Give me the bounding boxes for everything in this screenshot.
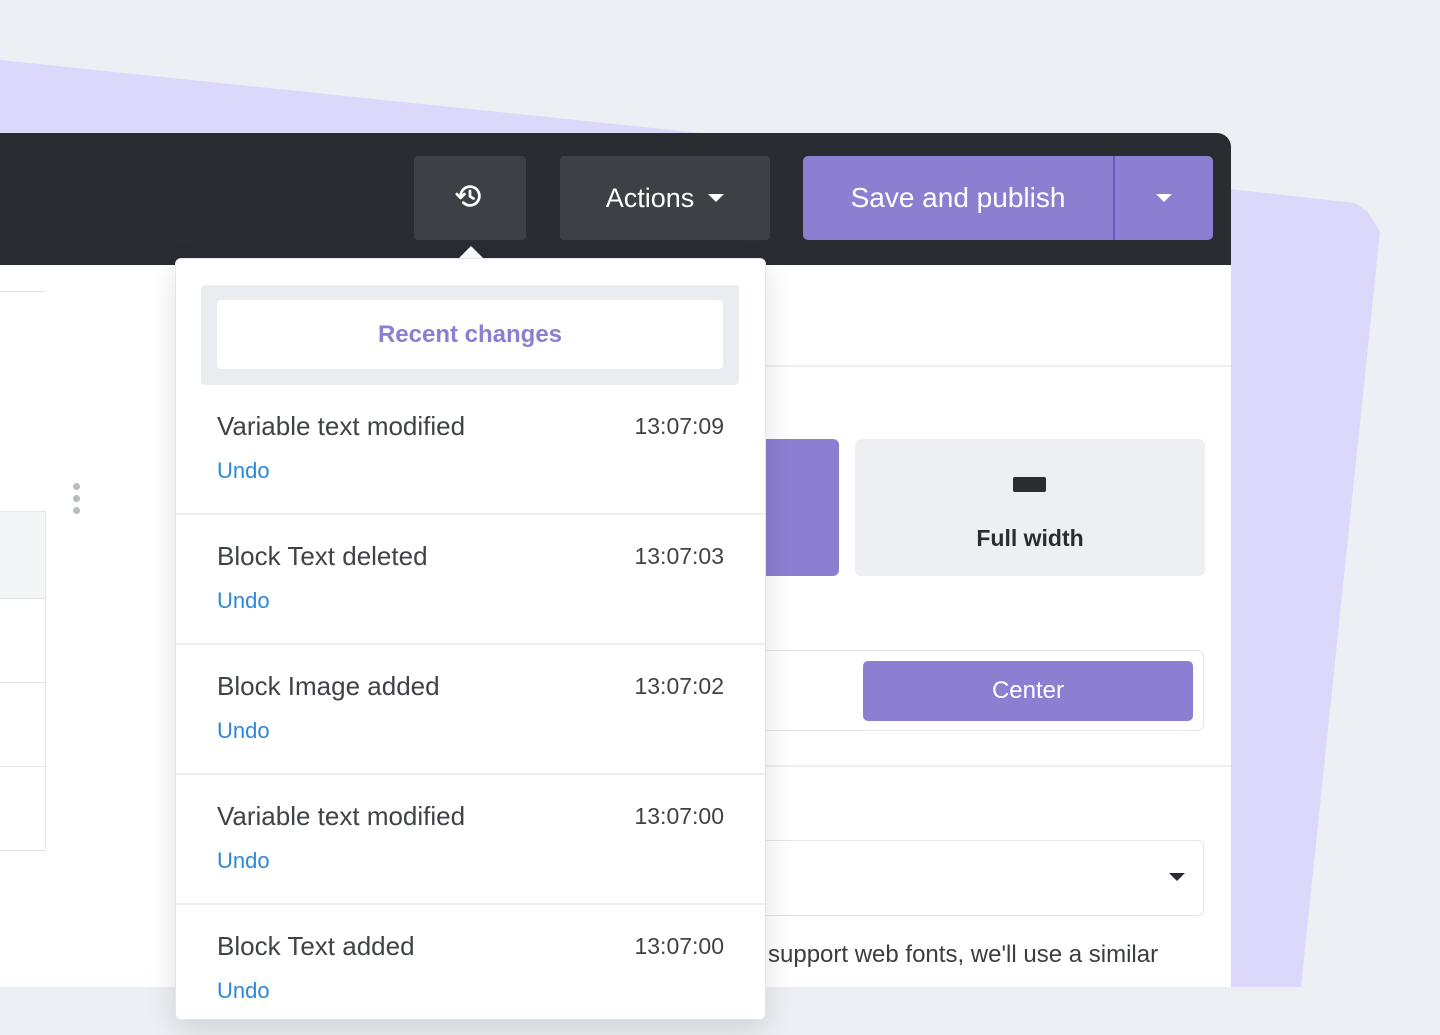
change-time: 13:07:02 (634, 673, 724, 699)
font-select[interactable] (755, 840, 1204, 916)
caret-down-icon (1169, 873, 1185, 881)
change-title: Variable text modified (217, 801, 466, 831)
section-divider (765, 365, 1231, 367)
actions-label: Actions (605, 182, 695, 213)
save-and-publish-group: Save and publish (803, 156, 1213, 240)
history-icon (455, 181, 485, 216)
undo-link[interactable]: Undo (217, 848, 270, 874)
undo-link[interactable]: Undo (217, 718, 270, 744)
recent-changes-tab[interactable]: Recent changes (217, 300, 723, 369)
left-panel-border (45, 511, 46, 851)
change-item: Block Image added 13:07:02 Undo (176, 645, 765, 775)
change-title: Variable text modified (217, 411, 466, 441)
left-panel-divider (0, 682, 45, 683)
left-panel-divider (0, 511, 45, 512)
left-panel-divider (0, 850, 45, 851)
change-title: Block Text deleted (217, 541, 428, 571)
left-panel-divider (0, 598, 45, 599)
change-title: Block Image added (217, 671, 440, 701)
undo-link[interactable]: Undo (217, 458, 270, 484)
undo-link[interactable]: Undo (217, 978, 270, 1004)
full-width-label: Full width (976, 525, 1084, 551)
save-options-dropdown-button[interactable] (1115, 156, 1213, 240)
change-item: Block Text added 13:07:00 Undo (176, 905, 765, 1035)
full-width-icon (1013, 477, 1046, 492)
top-toolbar: Actions Save and publish (0, 133, 1231, 265)
full-width-option[interactable]: Full width (855, 439, 1205, 576)
change-item: Variable text modified 13:07:09 Undo (176, 385, 765, 515)
left-panel-row-selected[interactable] (0, 512, 45, 598)
drag-handle-icon[interactable] (73, 483, 81, 517)
width-option-selected[interactable] (755, 439, 839, 576)
left-panel-divider (0, 766, 45, 767)
change-time: 13:07:09 (634, 413, 724, 439)
font-help-text: support web fonts, we'll use a similar (768, 941, 1159, 968)
change-item: Block Text deleted 13:07:03 Undo (176, 515, 765, 645)
recent-changes-dropdown: Recent changes Variable text modified 13… (175, 258, 766, 1020)
left-panel-divider (0, 291, 45, 292)
align-center-button[interactable]: Center (863, 661, 1193, 721)
change-item: Variable text modified 13:07:00 Undo (176, 775, 765, 905)
section-divider (765, 765, 1231, 767)
recent-changes-header: Recent changes (201, 285, 739, 385)
change-title: Block Text added (217, 931, 415, 961)
change-time: 13:07:00 (634, 933, 724, 959)
save-and-publish-button[interactable]: Save and publish (803, 156, 1113, 240)
undo-link[interactable]: Undo (217, 588, 270, 614)
history-button[interactable] (414, 156, 526, 240)
change-time: 13:07:00 (634, 803, 724, 829)
actions-button[interactable]: Actions (560, 156, 770, 240)
caret-down-icon (1156, 194, 1172, 202)
change-time: 13:07:03 (634, 543, 724, 569)
caret-down-icon (708, 194, 725, 202)
